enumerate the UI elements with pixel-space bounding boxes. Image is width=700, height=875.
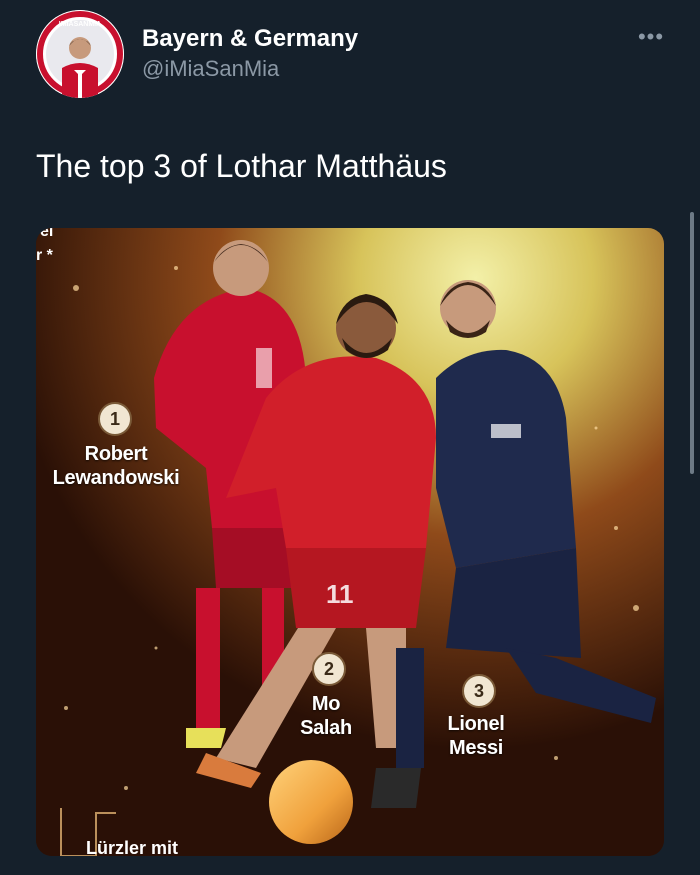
image-bottom-partial-text: Lürzler mit [86, 838, 179, 856]
author-display-name[interactable]: Bayern & Germany [142, 24, 358, 54]
scrollbar[interactable] [690, 212, 694, 474]
tweet: IMIASANMIA Bayern & Germany @iMiaSanMia … [0, 0, 700, 875]
author-block: Bayern & Germany @iMiaSanMia [142, 24, 358, 84]
svg-text:IMIASANMIA: IMIASANMIA [59, 21, 101, 28]
player-last-name: Salah [300, 717, 352, 739]
rank-badge-1: 1 [98, 402, 132, 436]
tweet-media-image[interactable]: 11 el r * Lürzler mit 1 Robert Lewandows… [36, 228, 664, 856]
author-avatar[interactable]: IMIASANMIA [36, 10, 124, 98]
player-last-name: Lewandowski [52, 467, 180, 489]
rank-badge-2: 2 [312, 652, 346, 686]
author-handle[interactable]: @iMiaSanMia [142, 54, 358, 84]
player-first-name: Mo [311, 693, 341, 715]
bayern-fan-avatar-icon: IMIASANMIA [36, 10, 124, 98]
player-first-name: Robert [84, 443, 148, 465]
svg-text:11: 11 [326, 579, 354, 609]
rank-badge-3: 3 [462, 674, 496, 708]
player-label-messi: Lionel Messi [426, 712, 526, 760]
image-corner-text-1: el [40, 228, 54, 240]
football-players-illustration: 11 [36, 228, 664, 856]
image-corner-text-2: r * [36, 247, 53, 264]
football-ball [269, 760, 353, 844]
more-horizontal-icon[interactable]: ••• [636, 22, 666, 52]
player-last-name: Messi [448, 737, 504, 759]
player-label-lewandowski: Robert Lewandowski [36, 442, 196, 490]
player-label-salah: Mo Salah [276, 692, 376, 740]
tweet-text: The top 3 of Lothar Matthäus [36, 148, 447, 184]
player-first-name: Lionel [447, 713, 505, 735]
